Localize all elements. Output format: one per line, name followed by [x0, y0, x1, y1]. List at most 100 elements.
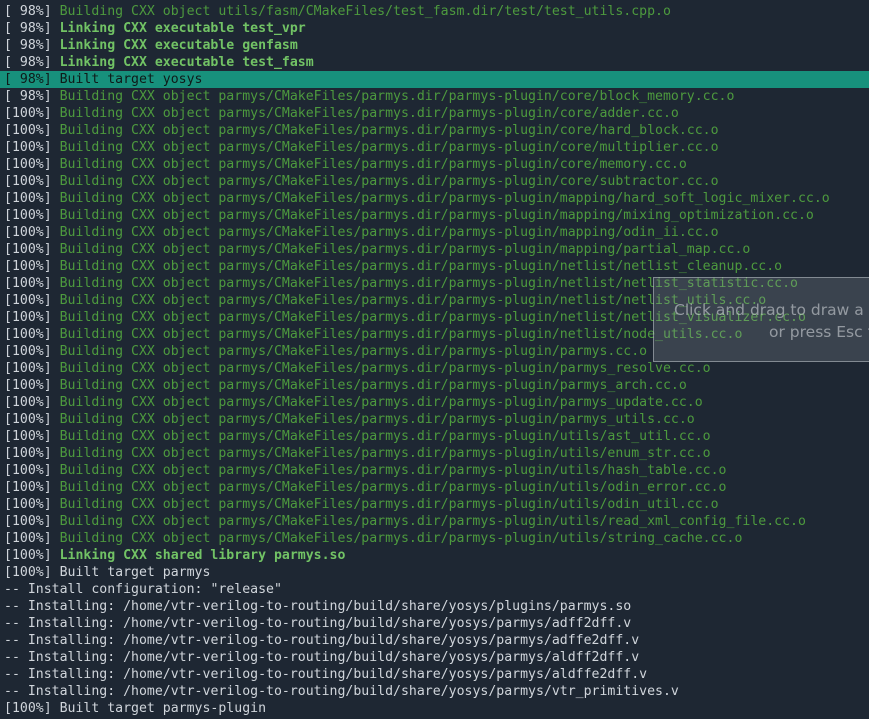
line-message: Built target yosys	[59, 72, 203, 87]
terminal-line: -- Installing: /home/vtr-verilog-to-rout…	[0, 666, 869, 683]
line-prefix: [100%]	[4, 497, 60, 512]
line-prefix: [100%]	[4, 514, 60, 529]
terminal-line: -- Install configuration: "release"	[0, 581, 869, 598]
terminal-line: [100%] Building CXX object parmys/CMakeF…	[0, 360, 869, 377]
line-prefix: --	[4, 684, 28, 699]
terminal-line: [100%] Building CXX object parmys/CMakeF…	[0, 190, 869, 207]
line-prefix: [100%]	[4, 225, 60, 240]
line-message: Installing: /home/vtr-verilog-to-routing…	[27, 599, 632, 614]
line-prefix: [100%]	[4, 565, 60, 580]
line-prefix: [100%]	[4, 123, 60, 138]
terminal-line: [ 98%] Building CXX object parmys/CMakeF…	[0, 88, 869, 105]
terminal-line: [100%] Building CXX object parmys/CMakeF…	[0, 496, 869, 513]
line-prefix: [100%]	[4, 531, 60, 546]
terminal-line: [100%] Building CXX object parmys/CMakeF…	[0, 207, 869, 224]
terminal-line: [100%] Building CXX object parmys/CMakeF…	[0, 173, 869, 190]
terminal-line: -- Installing: /home/vtr-verilog-to-rout…	[0, 615, 869, 632]
line-message: Install configuration: "release"	[27, 582, 282, 597]
line-prefix: --	[4, 582, 28, 597]
terminal-line: [100%] Built target parmys-plugin	[0, 700, 869, 717]
line-message: Building CXX object parmys/CMakeFiles/pa…	[59, 123, 719, 138]
line-prefix: --	[4, 616, 28, 631]
terminal-line: -- Installing: /home/vtr-verilog-to-rout…	[0, 632, 869, 649]
line-prefix: [100%]	[4, 310, 60, 325]
line-message: Building CXX object parmys/CMakeFiles/pa…	[59, 480, 727, 495]
overlay-hint-line1: Click and drag to draw a se	[674, 301, 869, 319]
line-message: Building CXX object parmys/CMakeFiles/pa…	[59, 259, 783, 274]
line-message: Linking CXX executable test_vpr	[59, 21, 306, 36]
line-prefix: [ 98%]	[4, 89, 60, 104]
line-message: Linking CXX executable genfasm	[59, 38, 298, 53]
terminal-line: [100%] Building CXX object parmys/CMakeF…	[0, 224, 869, 241]
terminal-line: [100%] Building CXX object parmys/CMakeF…	[0, 377, 869, 394]
line-message: Building CXX object parmys/CMakeFiles/pa…	[59, 225, 719, 240]
line-message: Building CXX object parmys/CMakeFiles/pa…	[59, 378, 687, 393]
line-prefix: [100%]	[4, 242, 60, 257]
terminal-line: [100%] Building CXX object parmys/CMakeF…	[0, 530, 869, 547]
line-message: Linking CXX shared library parmys.so	[59, 548, 346, 563]
line-prefix: [ 98%]	[4, 72, 60, 87]
line-prefix: [100%]	[4, 157, 60, 172]
line-prefix: --	[4, 650, 28, 665]
line-prefix: [100%]	[4, 480, 60, 495]
line-message: Building CXX object parmys/CMakeFiles/pa…	[59, 395, 703, 410]
line-prefix: [100%]	[4, 208, 60, 223]
terminal-line: [100%] Building CXX object parmys/CMakeF…	[0, 428, 869, 445]
line-prefix: [100%]	[4, 293, 60, 308]
line-message: Building CXX object parmys/CMakeFiles/pa…	[59, 140, 719, 155]
terminal-line: [100%] Building CXX object parmys/CMakeF…	[0, 105, 869, 122]
line-prefix: [100%]	[4, 361, 60, 376]
line-message: Building CXX object parmys/CMakeFiles/pa…	[59, 531, 743, 546]
line-message: Building CXX object parmys/CMakeFiles/pa…	[59, 327, 743, 342]
line-message: Building CXX object parmys/CMakeFiles/pa…	[59, 463, 727, 478]
line-message: Building CXX object parmys/CMakeFiles/pa…	[59, 361, 711, 376]
terminal-line: [100%] Linking CXX shared library parmys…	[0, 547, 869, 564]
terminal-line: [ 98%] Linking CXX executable genfasm	[0, 37, 869, 54]
line-message: Installing: /home/vtr-verilog-to-routing…	[27, 616, 632, 631]
line-prefix: [100%]	[4, 259, 60, 274]
line-message: Building CXX object parmys/CMakeFiles/pa…	[59, 106, 679, 121]
line-message: Building CXX object utils/fasm/CMakeFile…	[59, 4, 671, 19]
line-prefix: [ 98%]	[4, 55, 60, 70]
terminal-line: [100%] Building CXX object parmys/CMakeF…	[0, 394, 869, 411]
terminal-line: [100%] Building CXX object parmys/CMakeF…	[0, 139, 869, 156]
terminal-line: -- Installing: /home/vtr-verilog-to-rout…	[0, 683, 869, 700]
line-message: Installing: /home/vtr-verilog-to-routing…	[27, 684, 679, 699]
terminal-line: [100%] Built target parmys	[0, 564, 869, 581]
line-message: Building CXX object parmys/CMakeFiles/pa…	[59, 412, 695, 427]
line-prefix: [ 98%]	[4, 21, 60, 36]
terminal-line: [100%] Building CXX object parmys/CMakeF…	[0, 479, 869, 496]
screenshot-selection-overlay[interactable]: Click and drag to draw a se or press Esc…	[653, 277, 869, 362]
line-message: Built target parmys	[59, 565, 211, 580]
line-message: Building CXX object parmys/CMakeFiles/pa…	[59, 446, 711, 461]
line-prefix: [100%]	[4, 276, 60, 291]
terminal-line: [ 98%] Building CXX object utils/fasm/CM…	[0, 3, 869, 20]
line-message: Building CXX object parmys/CMakeFiles/pa…	[59, 242, 751, 257]
terminal-line: -- Installing: /home/vtr-verilog-to-rout…	[0, 649, 869, 666]
line-prefix: --	[4, 599, 28, 614]
terminal-window[interactable]: [ 98%] Building CXX object utils/fasm/CM…	[0, 0, 869, 719]
line-message: Building CXX object parmys/CMakeFiles/pa…	[59, 429, 711, 444]
terminal-line: [ 98%] Built target yosys	[0, 71, 869, 88]
line-prefix: --	[4, 633, 28, 648]
line-prefix: [100%]	[4, 191, 60, 206]
line-message: Building CXX object parmys/CMakeFiles/pa…	[59, 174, 719, 189]
terminal-line: [100%] Building CXX object parmys/CMakeF…	[0, 513, 869, 530]
line-prefix: [100%]	[4, 327, 60, 342]
line-prefix: [100%]	[4, 412, 60, 427]
line-message: Building CXX object parmys/CMakeFiles/pa…	[59, 208, 814, 223]
line-prefix: [100%]	[4, 548, 60, 563]
line-prefix: [100%]	[4, 344, 60, 359]
line-prefix: [100%]	[4, 174, 60, 189]
line-message: Built target parmys-plugin	[59, 701, 267, 716]
line-message: Building CXX object parmys/CMakeFiles/pa…	[59, 497, 719, 512]
line-message: Building CXX object parmys/CMakeFiles/pa…	[59, 191, 830, 206]
terminal-line: [100%] Building CXX object parmys/CMakeF…	[0, 411, 869, 428]
line-prefix: [ 98%]	[4, 38, 60, 53]
terminal-line: [ 98%] Linking CXX executable test_vpr	[0, 20, 869, 37]
line-message: Building CXX object parmys/CMakeFiles/pa…	[59, 344, 648, 359]
line-message: Building CXX object parmys/CMakeFiles/pa…	[59, 157, 687, 172]
line-message: Installing: /home/vtr-verilog-to-routing…	[27, 667, 648, 682]
line-prefix: [ 98%]	[4, 4, 60, 19]
line-prefix: [100%]	[4, 463, 60, 478]
